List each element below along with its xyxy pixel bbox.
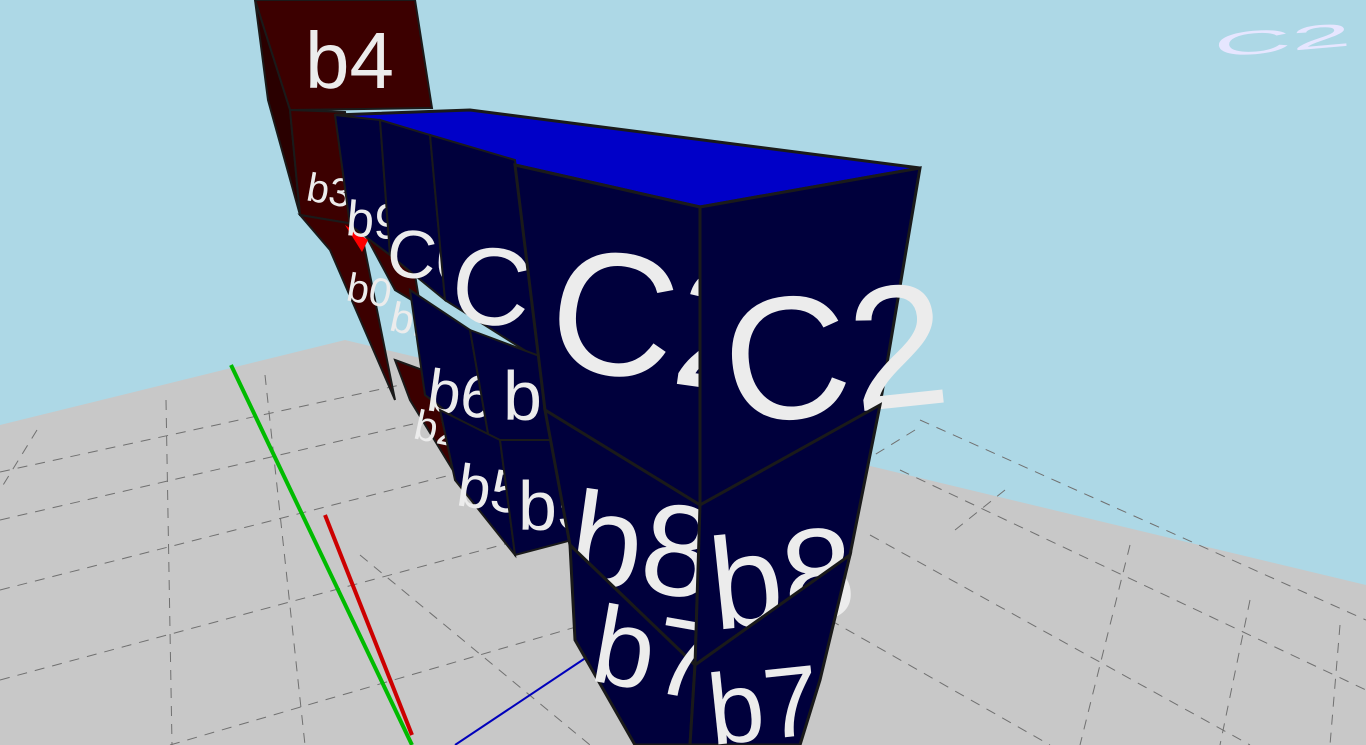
scene-canvas[interactable]: b4 b3 b0 b1 b2 C2 b9 C0 C1 b6 b6 b5 b5 C… xyxy=(0,0,1366,745)
3d-viewport[interactable]: b4 b3 b0 b1 b2 C2 b9 C0 C1 b6 b6 b5 b5 C… xyxy=(0,0,1366,745)
cube-label-b7-right: b7 xyxy=(703,644,825,745)
cube-label-b4: b4 xyxy=(305,16,394,105)
